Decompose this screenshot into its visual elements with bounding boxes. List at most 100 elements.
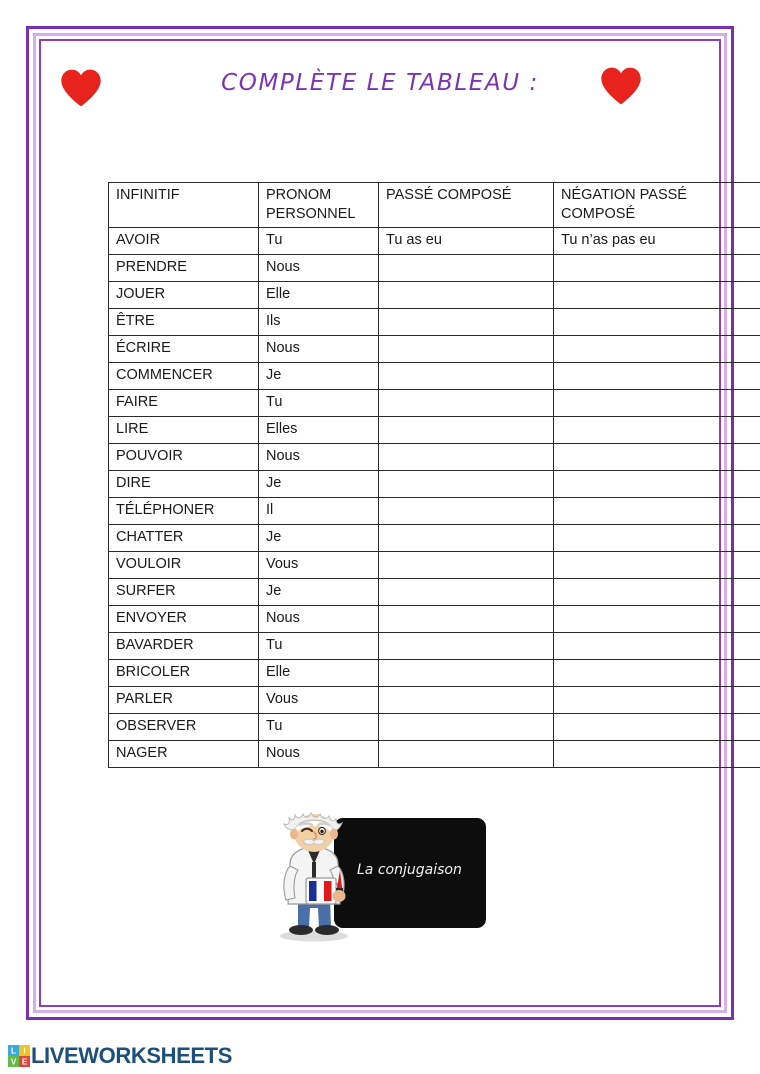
cell-infinitif: JOUER <box>108 281 259 310</box>
cell-passe-compose[interactable] <box>378 308 554 337</box>
cell-passe-compose[interactable] <box>378 713 554 742</box>
cell-negation[interactable] <box>553 335 760 364</box>
table-row: ENVOYER Nous <box>108 605 760 634</box>
heart-icon <box>601 67 641 105</box>
table-row: TÉLÉPHONER Il <box>108 497 760 526</box>
cell-negation[interactable] <box>553 308 760 337</box>
cell-negation[interactable] <box>553 443 760 472</box>
conjugation-table: INFINITIF PRONOM PERSONNEL PASSÉ COMPOSÉ… <box>108 181 760 769</box>
cell-negation[interactable] <box>553 551 760 580</box>
cell-pronom: Je <box>258 578 379 607</box>
cell-passe-compose[interactable] <box>378 605 554 634</box>
cell-infinitif: ENVOYER <box>108 605 259 634</box>
cell-infinitif: LIRE <box>108 416 259 445</box>
cell-pronom: Nous <box>258 605 379 634</box>
table-header-row: INFINITIF PRONOM PERSONNEL PASSÉ COMPOSÉ… <box>108 181 760 229</box>
table-row: NAGER Nous <box>108 740 760 769</box>
cell-negation[interactable] <box>553 497 760 526</box>
cell-infinitif: FAIRE <box>108 389 259 418</box>
cell-passe-compose[interactable] <box>378 632 554 661</box>
cell-passe-compose[interactable] <box>378 443 554 472</box>
table-row: BRICOLER Elle <box>108 659 760 688</box>
cell-pronom: Elles <box>258 416 379 445</box>
cell-passe-compose[interactable] <box>378 578 554 607</box>
title-row: COMPLÈTE LE TABLEAU : <box>40 60 720 120</box>
cell-negation[interactable] <box>553 740 760 769</box>
cell-pronom: Il <box>258 497 379 526</box>
cell-pronom: Tu <box>258 389 379 418</box>
cell-negation[interactable] <box>553 416 760 445</box>
table-row: ÉCRIRE Nous <box>108 335 760 364</box>
cell-pronom: Elle <box>258 659 379 688</box>
cell-passe-compose[interactable]: Tu as eu <box>378 227 554 256</box>
cell-pronom: Nous <box>258 740 379 769</box>
cell-infinitif: TÉLÉPHONER <box>108 497 259 526</box>
column-header-passe-compose: PASSÉ COMPOSÉ <box>378 181 554 229</box>
cell-negation[interactable] <box>553 659 760 688</box>
cell-passe-compose[interactable] <box>378 686 554 715</box>
cell-negation[interactable] <box>553 578 760 607</box>
table-row: POUVOIR Nous <box>108 443 760 472</box>
professor-blackboard-illustration: La conjugaison <box>262 811 492 947</box>
cell-passe-compose[interactable] <box>378 389 554 418</box>
column-header-negation: NÉGATION PASSÉ COMPOSÉ <box>553 181 760 229</box>
cell-infinitif: COMMENCER <box>108 362 259 391</box>
table-row: ÊTRE Ils <box>108 308 760 337</box>
cell-pronom: Je <box>258 524 379 553</box>
cell-negation[interactable] <box>553 281 760 310</box>
cell-passe-compose[interactable] <box>378 254 554 283</box>
cell-negation[interactable] <box>553 605 760 634</box>
cell-infinitif: DIRE <box>108 470 259 499</box>
cell-negation[interactable] <box>553 632 760 661</box>
liveworksheets-footer: L I V E LIVEWORKSHEETS <box>8 1042 232 1070</box>
cell-infinitif: VOULOIR <box>108 551 259 580</box>
cell-passe-compose[interactable] <box>378 470 554 499</box>
cell-pronom: Vous <box>258 551 379 580</box>
cell-passe-compose[interactable] <box>378 362 554 391</box>
table-row: AVOIR Tu Tu as eu Tu n’as pas eu <box>108 227 760 256</box>
column-header-infinitif: INFINITIF <box>108 181 259 229</box>
cell-passe-compose[interactable] <box>378 497 554 526</box>
table-row: PARLER Vous <box>108 686 760 715</box>
svg-text:I: I <box>23 1047 25 1056</box>
worksheet-page: COMPLÈTE LE TABLEAU : INFINITIF PRONOM P… <box>0 0 760 1074</box>
svg-text:L: L <box>11 1047 16 1056</box>
cell-pronom: Tu <box>258 227 379 256</box>
table-row: BAVARDER Tu <box>108 632 760 661</box>
cell-passe-compose[interactable] <box>378 416 554 445</box>
cell-negation[interactable] <box>553 362 760 391</box>
cell-passe-compose[interactable] <box>378 524 554 553</box>
cell-pronom: Tu <box>258 632 379 661</box>
cell-passe-compose[interactable] <box>378 551 554 580</box>
column-header-pronom: PRONOM PERSONNEL <box>258 181 379 229</box>
cell-pronom: Ils <box>258 308 379 337</box>
cell-passe-compose[interactable] <box>378 740 554 769</box>
table-row: VOULOIR Vous <box>108 551 760 580</box>
cell-infinitif: BAVARDER <box>108 632 259 661</box>
cell-pronom: Nous <box>258 335 379 364</box>
liveworksheets-logo: L I V E <box>8 1045 30 1067</box>
table-row: COMMENCER Je <box>108 362 760 391</box>
cell-negation[interactable] <box>553 524 760 553</box>
table-row: LIRE Elles <box>108 416 760 445</box>
table-row: CHATTER Je <box>108 524 760 553</box>
cell-negation[interactable] <box>553 713 760 742</box>
liveworksheets-wordmark: LIVEWORKSHEETS <box>31 1043 232 1068</box>
cell-infinitif: ÉCRIRE <box>108 335 259 364</box>
cell-infinitif: BRICOLER <box>108 659 259 688</box>
cell-infinitif: OBSERVER <box>108 713 259 742</box>
cell-passe-compose[interactable] <box>378 335 554 364</box>
cell-negation[interactable]: Tu n’as pas eu <box>553 227 760 256</box>
cell-infinitif: NAGER <box>108 740 259 769</box>
cell-passe-compose[interactable] <box>378 281 554 310</box>
table-row: SURFER Je <box>108 578 760 607</box>
table-row: DIRE Je <box>108 470 760 499</box>
svg-text:E: E <box>22 1058 28 1067</box>
cell-negation[interactable] <box>553 470 760 499</box>
cell-passe-compose[interactable] <box>378 659 554 688</box>
cell-negation[interactable] <box>553 389 760 418</box>
cell-negation[interactable] <box>553 686 760 715</box>
cell-infinitif: PARLER <box>108 686 259 715</box>
cell-negation[interactable] <box>553 254 760 283</box>
cell-infinitif: POUVOIR <box>108 443 259 472</box>
